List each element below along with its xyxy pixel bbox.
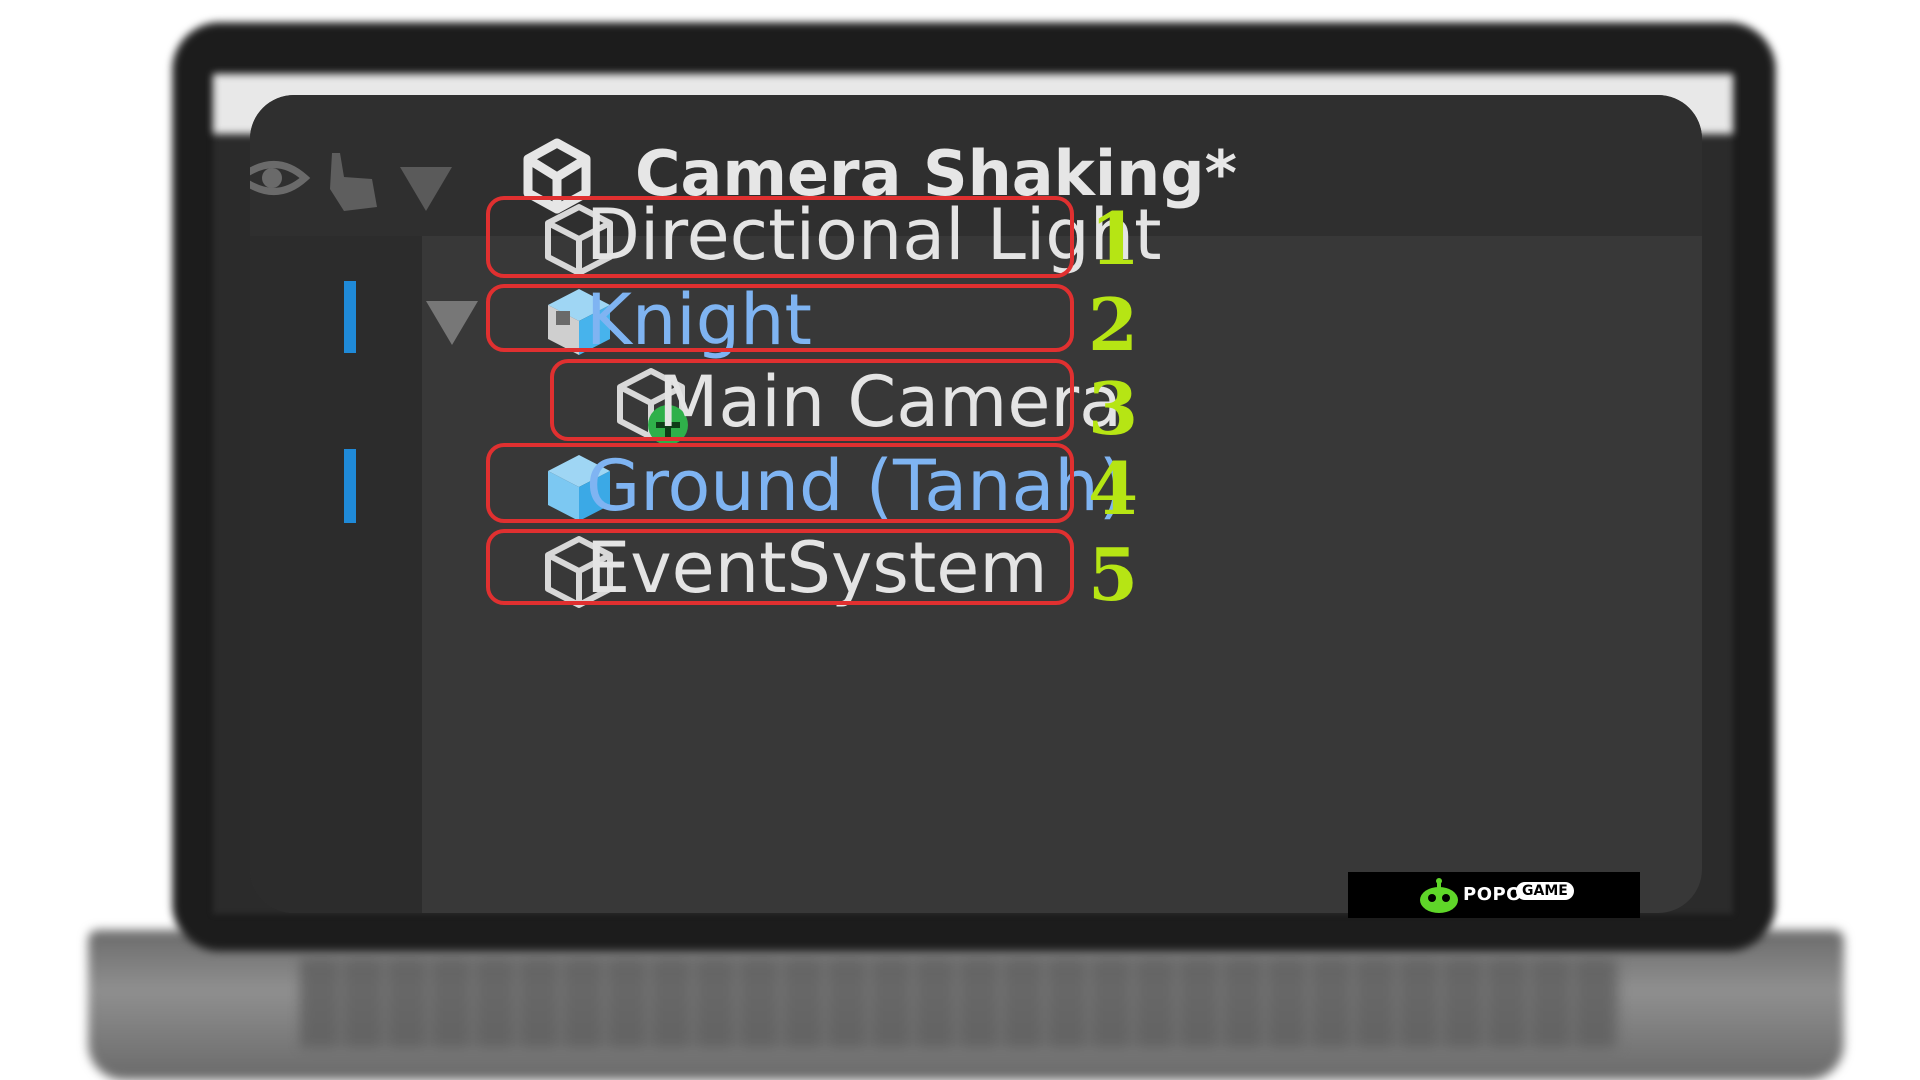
visibility-column bbox=[250, 236, 422, 913]
callout-number-4: 4 bbox=[1088, 446, 1139, 531]
highlight-box-1 bbox=[486, 196, 1074, 278]
highlight-box-5 bbox=[486, 529, 1074, 605]
highlight-box-3 bbox=[550, 359, 1074, 441]
logo-brand-suffix: GAME bbox=[1516, 882, 1574, 900]
laptop-keyboard bbox=[300, 958, 1620, 1048]
highlight-box-2 bbox=[486, 284, 1074, 352]
callout-number-3: 3 bbox=[1088, 366, 1139, 451]
logo-brand: POPO bbox=[1463, 884, 1522, 905]
callout-number-2: 2 bbox=[1088, 282, 1139, 367]
highlight-box-4 bbox=[486, 443, 1074, 523]
selection-bar bbox=[344, 281, 356, 353]
knight-foldout-arrow[interactable] bbox=[426, 301, 478, 345]
stage: Camera Shaking* Directional Light 1 Knig… bbox=[0, 0, 1920, 1080]
pickable-hand-icon[interactable] bbox=[322, 145, 382, 215]
callout-number-1: 1 bbox=[1090, 196, 1141, 281]
eye-icon[interactable] bbox=[250, 153, 311, 203]
callout-number-5: 5 bbox=[1088, 532, 1139, 617]
robot-mascot-icon bbox=[1420, 878, 1458, 913]
scene-foldout-arrow[interactable] bbox=[400, 167, 452, 211]
hierarchy-panel: Camera Shaking* Directional Light 1 Knig… bbox=[250, 95, 1702, 913]
popogame-logo: POPO GAME bbox=[1348, 872, 1640, 918]
selection-bar bbox=[344, 449, 356, 523]
